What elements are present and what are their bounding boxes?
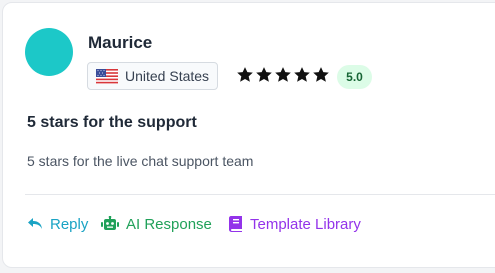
country-name: United States	[125, 68, 210, 84]
ai-response-button[interactable]: AI Response	[101, 213, 212, 235]
us-flag-icon	[96, 68, 118, 84]
book-icon	[229, 216, 242, 232]
review-card: Maurice United States 5.0 5 stars for th…	[2, 2, 495, 268]
avatar	[25, 28, 73, 76]
divider	[25, 194, 495, 195]
star-icon	[256, 67, 272, 82]
star-icon	[275, 67, 291, 82]
star-icon	[313, 67, 329, 82]
ai-response-label: AI Response	[126, 215, 212, 233]
template-library-label: Template Library	[250, 215, 361, 233]
country-badge: United States	[87, 62, 219, 90]
reply-label: Reply	[50, 215, 89, 233]
star-icon	[294, 67, 310, 82]
review-body: 5 stars for the live chat support team	[27, 153, 254, 169]
review-title: 5 stars for the support	[27, 114, 197, 131]
robot-icon	[101, 216, 119, 230]
reply-arrow-icon	[28, 218, 42, 229]
star-rating	[236, 66, 330, 84]
template-library-button[interactable]: Template Library	[229, 213, 361, 235]
reply-button[interactable]: Reply	[27, 213, 88, 235]
reviewer-name: Maurice	[88, 33, 153, 52]
rating-badge: 5.0	[337, 65, 372, 89]
star-icon	[237, 67, 253, 82]
